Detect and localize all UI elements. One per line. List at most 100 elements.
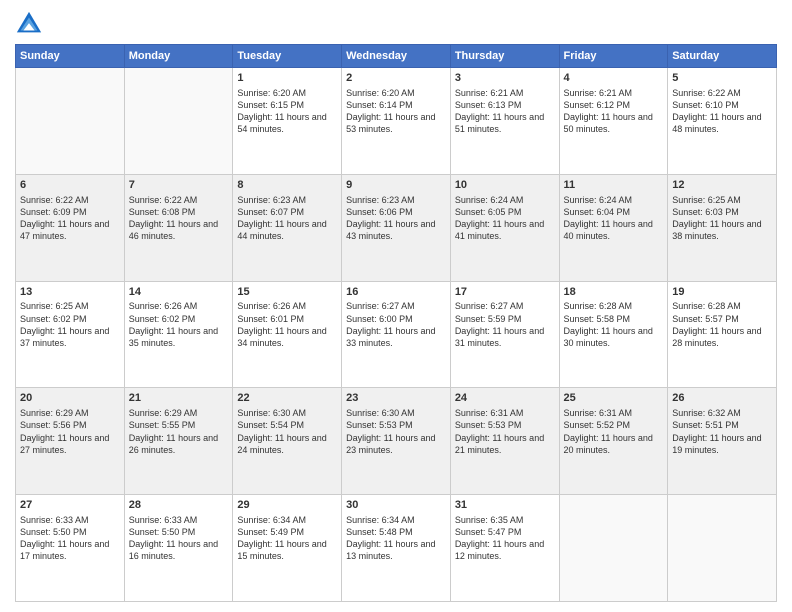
calendar-cell: 28Sunrise: 6:33 AMSunset: 5:50 PMDayligh… [124, 495, 233, 602]
sunset-text: Sunset: 6:09 PM [20, 207, 87, 217]
sunset-text: Sunset: 5:58 PM [564, 314, 631, 324]
day-number: 15 [237, 285, 337, 300]
daylight-text: Daylight: 11 hours and 21 minutes. [455, 433, 544, 455]
week-row-2: 13Sunrise: 6:25 AMSunset: 6:02 PMDayligh… [16, 281, 777, 388]
calendar-cell: 23 Sunrise: 6:30 AM Sunset: 5:53 PM Dayligh… [342, 388, 451, 495]
sunset-text: Sunset: 6:05 PM [455, 207, 522, 217]
sunrise-text: Sunrise: 6:25 AM [20, 301, 89, 311]
calendar-cell: 17Sunrise: 6:27 AMSunset: 5:59 PMDayligh… [450, 281, 559, 388]
daylight-text: Daylight: 11 hours and 38 minutes. [672, 219, 761, 241]
sunrise-text: Sunrise: 6:25 AM [672, 195, 741, 205]
day-number: 16 [346, 285, 446, 300]
calendar-cell: 20Sunrise: 6:29 AMSunset: 5:56 PMDayligh… [16, 388, 125, 495]
calendar-cell: 26Sunrise: 6:32 AMSunset: 5:51 PMDayligh… [668, 388, 777, 495]
sunset-text: Sunset: 6:00 PM [346, 314, 413, 324]
day-number: 14 [129, 285, 229, 300]
calendar-cell [16, 68, 125, 175]
sunset-text: Sunset: 5:59 PM [455, 314, 522, 324]
daylight-text: Daylight: 11 hours and 35 minutes. [129, 326, 218, 348]
daylight-text: Daylight: 11 hours and 46 minutes. [129, 219, 218, 241]
day-number: 10 [455, 178, 555, 193]
calendar-cell [124, 68, 233, 175]
daylight-text: Daylight: 11 hours and 20 minutes. [564, 433, 653, 455]
day-number: 7 [129, 178, 229, 193]
daylight-text: Daylight: 11 hours and 44 minutes. [237, 219, 326, 241]
day-number: 11 [564, 178, 664, 193]
week-row-1: 6 Sunrise: 6:22 AM Sunset: 6:09 PM Daylight… [16, 174, 777, 281]
calendar-cell: 2Sunrise: 6:20 AMSunset: 6:14 PMDaylight… [342, 68, 451, 175]
sunrise-text: Sunrise: 6:22 AM [20, 195, 89, 205]
sunrise-text: Sunrise: 6:32 AM [672, 408, 741, 418]
calendar-cell: 14Sunrise: 6:26 AMSunset: 6:02 PMDayligh… [124, 281, 233, 388]
sunrise-text: Sunrise: 6:31 AM [455, 408, 524, 418]
daylight-text: Daylight: 11 hours and 48 minutes. [672, 112, 761, 134]
day-number: 26 [672, 391, 772, 406]
day-number: 23 [346, 391, 446, 406]
sunset-text: Sunset: 6:10 PM [672, 100, 739, 110]
daylight-text: Daylight: 11 hours and 27 minutes. [20, 433, 109, 455]
calendar-cell: 8Sunrise: 6:23 AMSunset: 6:07 PMDaylight… [233, 174, 342, 281]
calendar-cell [559, 495, 668, 602]
daylight-text: Daylight: 11 hours and 50 minutes. [564, 112, 653, 134]
sunrise-text: Sunrise: 6:34 AM [346, 515, 415, 525]
sunset-text: Sunset: 6:15 PM [237, 100, 304, 110]
col-header-monday: Monday [124, 45, 233, 68]
sunrise-text: Sunrise: 6:24 AM [564, 195, 633, 205]
sunset-text: Sunset: 6:01 PM [237, 314, 304, 324]
sunrise-text: Sunrise: 6:27 AM [346, 301, 415, 311]
sunset-text: Sunset: 5:53 PM [455, 420, 522, 430]
calendar-cell: 11Sunrise: 6:24 AMSunset: 6:04 PMDayligh… [559, 174, 668, 281]
sunrise-text: Sunrise: 6:31 AM [564, 408, 633, 418]
calendar-cell: 24Sunrise: 6:31 AMSunset: 5:53 PMDayligh… [450, 388, 559, 495]
sunset-text: Sunset: 5:53 PM [346, 420, 413, 430]
col-header-tuesday: Tuesday [233, 45, 342, 68]
day-number: 9 [346, 178, 446, 193]
daylight-text: Daylight: 11 hours and 17 minutes. [20, 539, 109, 561]
sunset-text: Sunset: 6:03 PM [672, 207, 739, 217]
daylight-text: Daylight: 11 hours and 23 minutes. [346, 433, 435, 455]
week-row-4: 27Sunrise: 6:33 AMSunset: 5:50 PMDayligh… [16, 495, 777, 602]
daylight-text: Daylight: 11 hours and 28 minutes. [672, 326, 761, 348]
week-row-3: 20Sunrise: 6:29 AMSunset: 5:56 PMDayligh… [16, 388, 777, 495]
sunrise-text: Sunrise: 6:27 AM [455, 301, 524, 311]
col-header-friday: Friday [559, 45, 668, 68]
calendar-cell: 19Sunrise: 6:28 AMSunset: 5:57 PMDayligh… [668, 281, 777, 388]
calendar-cell: 6Sunrise: 6:22 AMSunset: 6:09 PMDaylight… [16, 174, 125, 281]
calendar-cell: 22Sunrise: 6:30 AMSunset: 5:54 PMDayligh… [233, 388, 342, 495]
daylight-text: Daylight: 11 hours and 37 minutes. [20, 326, 109, 348]
day-number: 21 [129, 391, 229, 406]
sunrise-text: Sunrise: 6:26 AM [129, 301, 198, 311]
sunset-text: Sunset: 6:08 PM [129, 207, 196, 217]
calendar-cell: 18Sunrise: 6:28 AMSunset: 5:58 PMDayligh… [559, 281, 668, 388]
sunrise-text: Sunrise: 6:30 AM [237, 408, 306, 418]
daylight-text: Daylight: 11 hours and 31 minutes. [455, 326, 544, 348]
daylight-text: Daylight: 11 hours and 12 minutes. [455, 539, 544, 561]
sunset-text: Sunset: 5:55 PM [129, 420, 196, 430]
day-number: 3 [455, 71, 555, 86]
sunrise-text: Sunrise: 6:28 AM [672, 301, 741, 311]
col-header-wednesday: Wednesday [342, 45, 451, 68]
sunset-text: Sunset: 5:54 PM [237, 420, 304, 430]
day-number: 31 [455, 498, 555, 513]
calendar-cell: 12 Sunrise: 6:25 AM Sunset: 6:03 PM Dayligh… [668, 174, 777, 281]
calendar-cell: 30Sunrise: 6:34 AMSunset: 5:48 PMDayligh… [342, 495, 451, 602]
sunset-text: Sunset: 5:48 PM [346, 527, 413, 537]
day-number: 28 [129, 498, 229, 513]
day-number: 18 [564, 285, 664, 300]
calendar-cell: 1Sunrise: 6:20 AMSunset: 6:15 PMDaylight… [233, 68, 342, 175]
sunset-text: Sunset: 5:50 PM [20, 527, 87, 537]
day-number: 12 [672, 178, 772, 193]
sunrise-text: Sunrise: 6:21 AM [564, 88, 633, 98]
header [15, 10, 777, 38]
sunrise-text: Sunrise: 6:21 AM [455, 88, 524, 98]
sunset-text: Sunset: 6:06 PM [346, 207, 413, 217]
sunrise-text: Sunrise: 6:35 AM [455, 515, 524, 525]
day-number: 29 [237, 498, 337, 513]
day-number: 6 [20, 178, 120, 193]
sunrise-text: Sunrise: 6:30 AM [346, 408, 415, 418]
col-header-thursday: Thursday [450, 45, 559, 68]
sunrise-text: Sunrise: 6:24 AM [455, 195, 524, 205]
sunrise-text: Sunrise: 6:22 AM [129, 195, 198, 205]
calendar-cell: 10Sunrise: 6:24 AMSunset: 6:05 PMDayligh… [450, 174, 559, 281]
sunrise-text: Sunrise: 6:26 AM [237, 301, 306, 311]
